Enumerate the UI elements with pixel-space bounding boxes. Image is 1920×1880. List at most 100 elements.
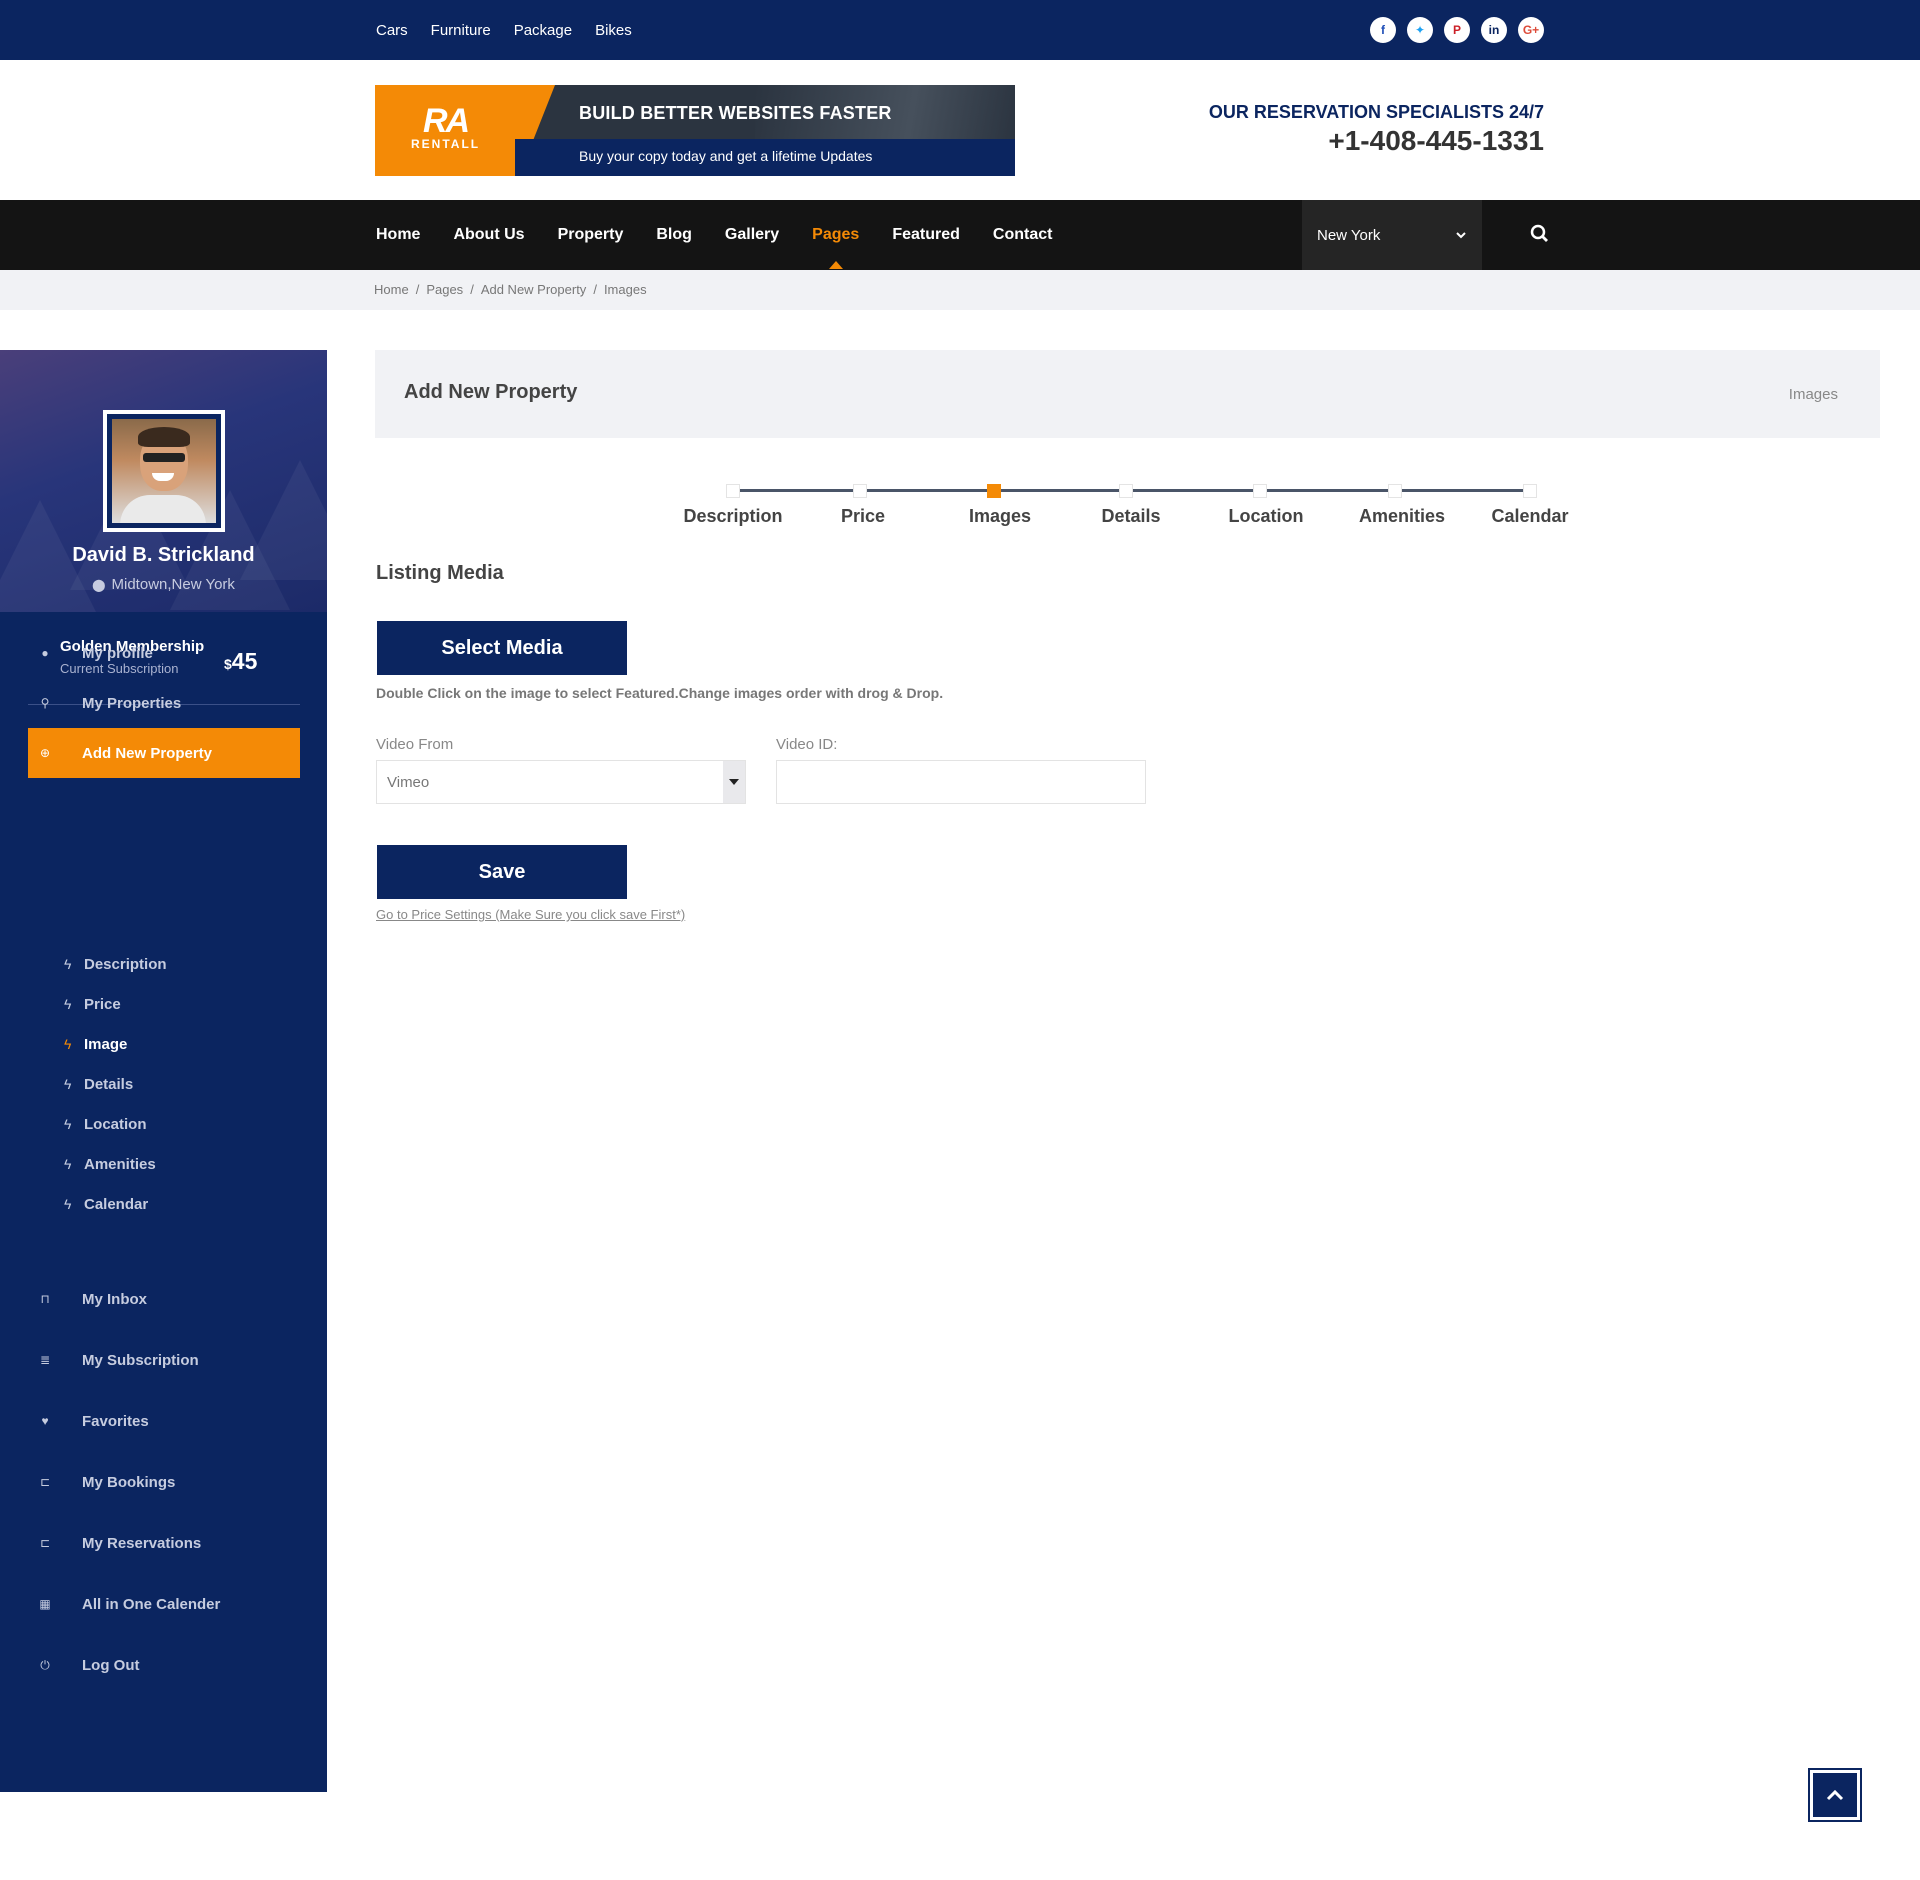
sidebar-item-all-in-one-calender[interactable]: ▦ All in One Calender [28,1579,300,1629]
breadcrumb-item[interactable]: Pages [426,282,463,297]
top-link-cars[interactable]: Cars [376,22,408,39]
sidebar-item-label: My profile [82,644,153,662]
breadcrumb-item[interactable]: Add New Property [481,282,587,297]
breadcrumb-item: Images [603,282,647,297]
sidebar-item-my-reservations[interactable]: ⊏ My Reservations [28,1518,300,1568]
sidebar-item-my-properties[interactable]: ⚲ My Properties [28,678,300,728]
sidebar-item-label: My Inbox [82,1290,148,1308]
step-dot [1119,484,1133,498]
step-calendar[interactable]: Calendar [1491,506,1568,527]
user-icon: ● [41,646,49,660]
nav-item-home[interactable]: Home [376,226,420,244]
nav-item-property[interactable]: Property [558,226,624,244]
media-hint: Double Click on the image to select Feat… [376,685,944,701]
sidebar-item-label: Favorites [82,1412,149,1430]
select-media-button[interactable]: Select Media [377,621,627,675]
power-icon: ⏻ [40,1657,50,1672]
step-dot [987,484,1001,498]
top-link-furniture[interactable]: Furniture [431,22,491,39]
google-plus-icon[interactable]: G+ [1518,17,1544,43]
step-description[interactable]: Description [683,506,782,527]
nav-item-featured[interactable]: Featured [892,226,960,244]
nav-item-gallery[interactable]: Gallery [725,226,779,244]
sidebar-item-log-out[interactable]: ⏻ Log Out [28,1640,300,1690]
sidebar-subitem-location[interactable]: ϟ Location [64,1112,147,1136]
calendar-icon: ▦ [39,1597,51,1611]
breadcrumb-separator: / [415,282,420,297]
sidebar-item-my-subscription[interactable]: ≣ My Subscription [28,1335,300,1385]
sidebar-item-my-inbox[interactable]: ⊓ My Inbox [28,1274,300,1324]
video-id-input[interactable] [776,760,1146,804]
site-logo[interactable]: RA RENTALL [411,104,480,151]
sidebar-item-add-new-property[interactable]: ⊕ Add New Property [28,728,300,778]
search-icon[interactable] [1528,222,1552,246]
chevron-up-icon [1826,1789,1844,1801]
page-subtitle: Images [1788,386,1838,403]
caret-down-icon [723,761,745,803]
scroll-to-top-button[interactable] [1810,1770,1860,1820]
bolt-icon: ϟ [64,996,72,1012]
facebook-icon[interactable]: f [1370,17,1396,43]
list-icon: ≣ [39,1353,51,1367]
heart-icon: ♥ [41,1414,49,1428]
breadcrumb-item[interactable]: Home [374,282,409,297]
folder-open-icon: ⊏ [39,1475,51,1489]
sidebar-item-favorites[interactable]: ♥ Favorites [28,1396,300,1446]
step-amenities[interactable]: Amenities [1359,506,1445,527]
chevron-down-icon [1456,232,1466,239]
bolt-icon: ϟ [64,1076,72,1092]
sidebar-item-label: All in One Calender [82,1595,221,1613]
avatar-image [112,419,216,523]
map-pin-icon: ⚲ [40,696,50,710]
sidebar-subitem-label: Amenities [84,1155,156,1173]
breadcrumb: Home / Pages / Add New Property / Images [374,282,647,297]
avatar-hair [138,427,190,447]
save-button[interactable]: Save [377,845,627,899]
video-from-select[interactable]: Vimeo [376,760,746,804]
step-dot [1523,484,1537,498]
sidebar-subitem-description[interactable]: ϟ Description [64,952,167,976]
nav-item-about-us[interactable]: About Us [453,226,524,244]
bolt-icon: ϟ [64,1196,72,1212]
avatar-glasses [143,453,185,462]
nav-item-blog[interactable]: Blog [656,226,692,244]
sidebar: David B. Strickland ⬤ Midtown,New York Go… [0,350,327,1792]
price-settings-link[interactable]: Go to Price Settings (Make Sure you clic… [376,907,685,922]
sidebar-subitem-price[interactable]: ϟ Price [64,992,121,1016]
avatar-shirt [120,495,206,523]
sidebar-item-my-profile[interactable]: ● My profile [28,628,300,678]
sidebar-subitem-calendar[interactable]: ϟ Calendar [64,1192,148,1216]
promo-banner[interactable]: RA RENTALL BUILD BETTER WEBSITES FASTER … [375,85,1015,176]
sidebar-subitem-details[interactable]: ϟ Details [64,1072,133,1096]
sidebar-subitem-label: Location [84,1115,147,1133]
nav-item-contact[interactable]: Contact [993,226,1053,244]
contact-label: OUR RESERVATION SPECIALISTS 24/7 [1208,102,1544,122]
sidebar-item-label: My Subscription [82,1351,199,1369]
top-bar: Cars Furniture Package Bikes f ✦ Pin G+ [0,0,1920,60]
section-title: Listing Media [376,562,504,584]
top-link-bikes[interactable]: Bikes [595,22,632,39]
video-id-label: Video ID: [776,736,838,753]
page-title-box: Add New Property Images [375,350,1880,438]
site-header: RA RENTALL BUILD BETTER WEBSITES FASTER … [0,60,1920,200]
city-select[interactable]: New York [1302,200,1482,270]
step-images[interactable]: Images [969,506,1031,527]
twitter-icon[interactable]: ✦ [1407,17,1433,43]
nav-item-pages[interactable]: Pages [812,226,859,269]
step-location[interactable]: Location [1229,506,1304,527]
breadcrumb-separator: / [593,282,597,297]
sidebar-subitem-image[interactable]: ϟ Image [64,1032,127,1056]
plus-circle-icon: ⊕ [39,746,51,760]
top-link-package[interactable]: Package [514,22,572,39]
sidebar-item-label: Log Out [82,1656,140,1674]
profile-location-text: Midtown,New York [111,576,235,593]
step-dot [1388,484,1402,498]
linkedin-icon[interactable]: in [1481,17,1507,43]
step-details[interactable]: Details [1101,506,1160,527]
avatar[interactable] [103,410,225,532]
sidebar-item-my-bookings[interactable]: ⊏ My Bookings [28,1457,300,1507]
sidebar-subitem-amenities[interactable]: ϟ Amenities [64,1152,156,1176]
contact-phone[interactable]: +1-408-445-1331 [1209,125,1544,157]
pinterest-icon[interactable]: P [1444,17,1470,43]
step-price[interactable]: Price [841,506,885,527]
